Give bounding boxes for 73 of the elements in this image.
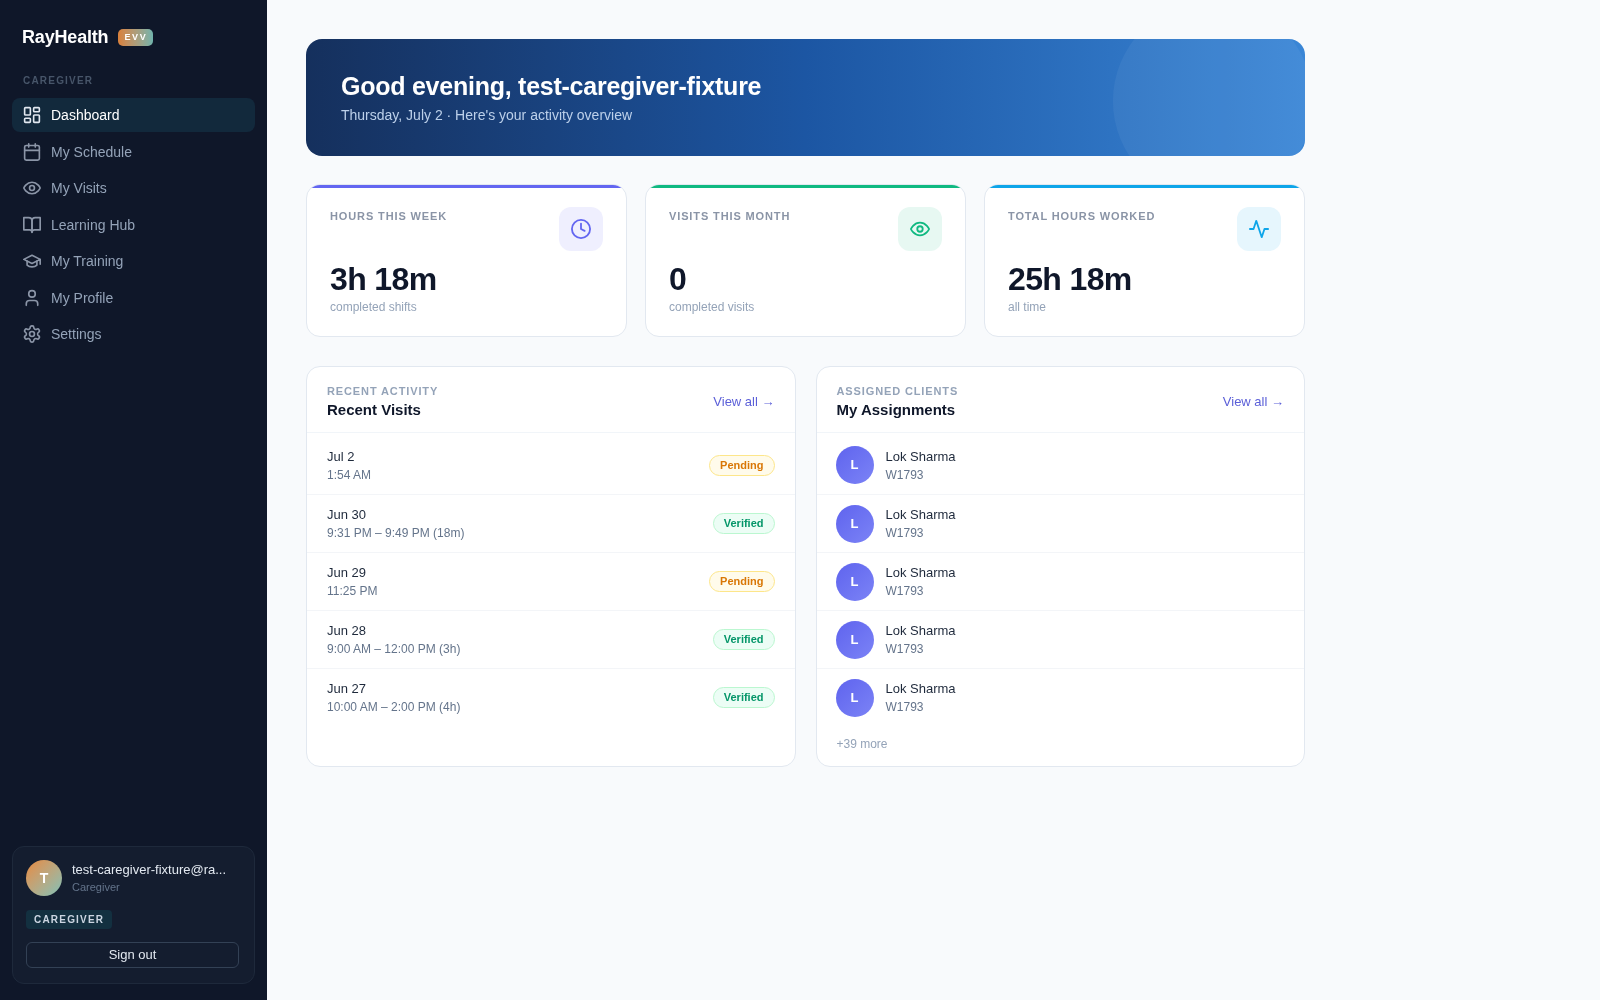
visit-time: 1:54 AM xyxy=(327,466,372,483)
card-kicker: RECENT ACTIVITY xyxy=(327,384,439,399)
visit-time: 11:25 PM xyxy=(327,583,378,599)
client-name: Lok Sharma xyxy=(885,506,956,524)
stat-label: VISITS THIS MONTH xyxy=(669,209,791,223)
stat-caption: completed visits xyxy=(669,299,756,315)
status-badge: Pending xyxy=(709,571,775,592)
stat-value: 0 xyxy=(669,260,688,298)
client-avatar: L xyxy=(835,446,874,484)
stat-caption: all time xyxy=(1008,299,1047,315)
card-kicker: ASSIGNED CLIENTS xyxy=(836,384,959,399)
person-icon xyxy=(23,288,41,307)
status-badge: Verified xyxy=(712,513,775,534)
pulse-icon xyxy=(1237,207,1281,251)
status-badge: Verified xyxy=(712,687,775,708)
client-id: W1793 xyxy=(885,641,925,657)
role-badge: CAREGIVER xyxy=(26,910,113,929)
client-avatar: L xyxy=(835,504,874,543)
user-email: test-caregiver-fixture@ra... xyxy=(72,861,227,879)
status-badge: Verified xyxy=(712,629,775,650)
open-book-icon xyxy=(23,215,41,234)
visit-date: Jul 2 xyxy=(327,447,356,466)
user-role: Caregiver xyxy=(72,880,121,895)
client-name: Lok Sharma xyxy=(885,680,956,698)
client-avatar: L xyxy=(835,678,874,717)
client-id: W1793 xyxy=(885,466,925,483)
view-all-link[interactable]: View all → xyxy=(1222,392,1284,411)
section-label: CAREGIVER xyxy=(22,74,95,88)
nav-item[interactable]: Dashboard xyxy=(12,98,255,132)
client-avatar: L xyxy=(835,562,874,601)
nav-item[interactable]: Settings xyxy=(12,317,255,351)
visit-time: 10:00 AM – 2:00 PM (4h) xyxy=(327,699,461,715)
card-title: My Assignments xyxy=(836,400,957,420)
more-count: +39 more xyxy=(835,736,889,753)
stat-caption: completed shifts xyxy=(330,299,418,315)
client-avatar: L xyxy=(835,620,874,659)
user-avatar: T xyxy=(26,860,62,896)
nav-item[interactable]: Learning Hub xyxy=(12,207,255,242)
clock-icon xyxy=(559,207,603,251)
graduation-cap-icon xyxy=(23,252,41,270)
client-name: Lok Sharma xyxy=(885,622,956,640)
visit-date: Jun 29 xyxy=(327,564,368,582)
stat-value: 25h 18m xyxy=(1008,260,1133,298)
client-id: W1793 xyxy=(885,583,925,599)
visit-time: 9:31 PM – 9:49 PM (18m) xyxy=(327,525,465,541)
grid-icon xyxy=(23,106,41,124)
client-name: Lok Sharma xyxy=(885,564,956,582)
nav-item[interactable]: My Visits xyxy=(12,171,255,205)
settings-icon xyxy=(23,325,41,343)
nav-item[interactable]: My Profile xyxy=(12,280,255,315)
stat-label: HOURS THIS WEEK xyxy=(330,209,448,223)
stat-label: TOTAL HOURS WORKED xyxy=(1008,209,1156,223)
eye-icon xyxy=(898,207,942,251)
status-badge: Pending xyxy=(709,454,775,476)
visit-date: Jun 28 xyxy=(327,622,368,640)
greeting-title: Good evening, test-caregiver-fixture xyxy=(341,71,763,102)
view-all-link[interactable]: View all → xyxy=(713,392,775,411)
card-title: Recent Visits xyxy=(327,400,422,420)
brand-badge: EVV xyxy=(118,28,154,46)
nav-item[interactable]: My Schedule xyxy=(12,134,255,169)
visit-time: 9:00 AM – 12:00 PM (3h) xyxy=(327,641,461,657)
nav-item[interactable]: My Training xyxy=(12,244,255,278)
sign-out-button[interactable]: Sign out xyxy=(26,942,239,968)
client-id: W1793 xyxy=(885,525,925,541)
brand-name: RayHealth xyxy=(22,26,109,48)
visit-date: Jun 30 xyxy=(327,506,368,524)
stat-value: 3h 18m xyxy=(330,260,438,298)
eye-icon xyxy=(23,179,41,197)
client-name: Lok Sharma xyxy=(885,447,956,466)
greeting-subtitle: Thursday, July 2 · Here's your activity overview xyxy=(341,106,634,125)
client-id: W1793 xyxy=(885,699,925,715)
visit-date: Jun 27 xyxy=(327,680,368,698)
calendar-icon xyxy=(23,142,41,161)
